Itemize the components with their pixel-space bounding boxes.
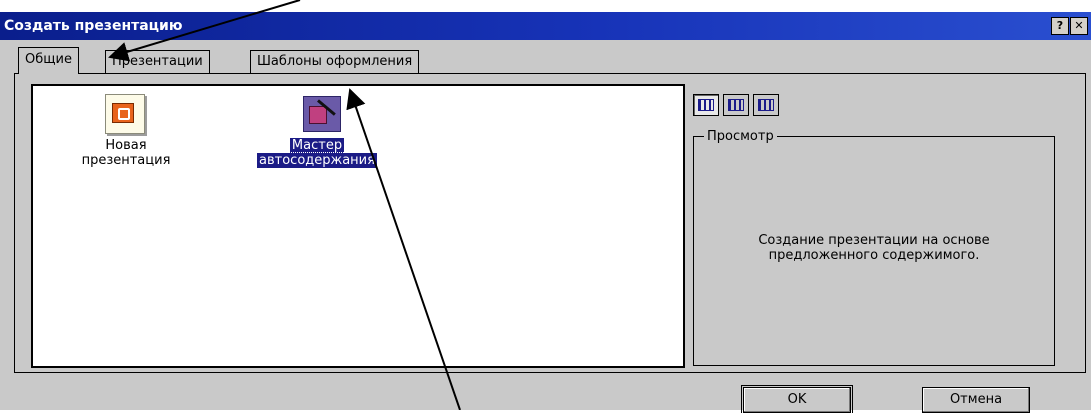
help-button[interactable]: ? (1051, 17, 1069, 35)
tab-presentations[interactable]: Презентации (105, 50, 210, 73)
list-view-button[interactable] (723, 94, 749, 116)
close-button[interactable]: ✕ (1070, 17, 1088, 35)
preview-legend: Просмотр (704, 129, 777, 144)
item-label-line2: автосодержания (256, 152, 378, 169)
preview-description-line2: предложенного содержимого. (768, 248, 980, 263)
template-list[interactable]: Новая презентация Мастер автосодержания (31, 84, 685, 368)
tab-panel: Новая презентация Мастер автосодержания (14, 73, 1086, 373)
tab-general[interactable]: Общие (18, 47, 79, 74)
list-item-autocontent-wizard[interactable]: Мастер автосодержания (229, 137, 405, 169)
ok-button[interactable]: OK (741, 385, 853, 413)
preview-description-line1: Создание презентации на основе (758, 233, 990, 248)
item-label-line2: презентация (81, 153, 171, 168)
list-view-icon (728, 99, 744, 111)
window-title: Создать презентацию (4, 18, 183, 34)
tab-design-templates[interactable]: Шаблоны оформления (250, 50, 420, 73)
list-item-new-presentation[interactable]: Новая презентация (71, 138, 181, 168)
preview-group: Просмотр Создание презентации на основе … (693, 129, 1055, 366)
title-bar: Создать презентацию ? ✕ (0, 12, 1091, 40)
cancel-button[interactable]: Отмена (922, 387, 1030, 413)
large-icons-view-button[interactable] (693, 94, 719, 116)
item-label-line1: Мастер (288, 137, 346, 154)
item-label-line1: Новая (105, 138, 147, 153)
preview-description: Создание презентации на основе предложен… (704, 233, 1044, 263)
create-presentation-dialog: Создать презентацию ? ✕ Общие Презентаци… (0, 12, 1091, 413)
large-icons-view-icon (698, 99, 714, 111)
details-view-icon (758, 99, 774, 111)
details-view-button[interactable] (753, 94, 779, 116)
